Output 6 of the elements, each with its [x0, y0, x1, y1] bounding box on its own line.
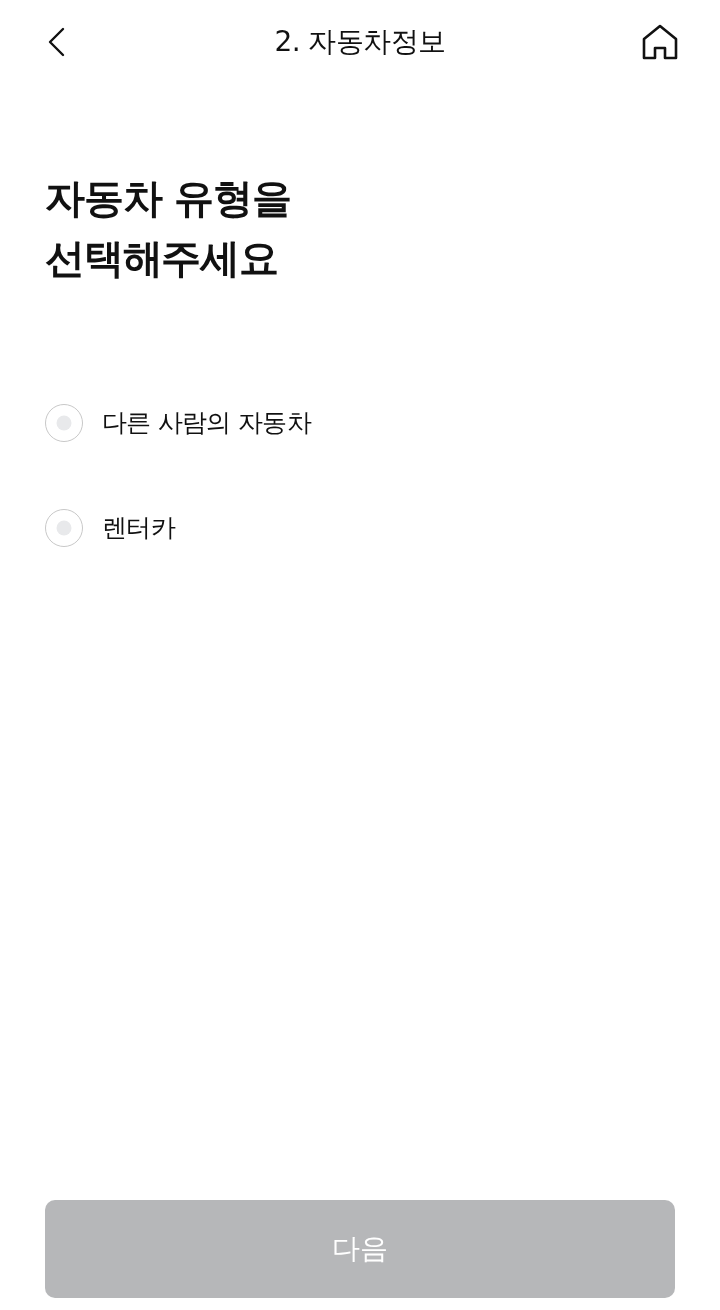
- home-icon: [642, 24, 678, 60]
- radio-option[interactable]: 다른 사람의 자동차: [45, 404, 311, 442]
- home-button[interactable]: [642, 24, 678, 60]
- page-title: 2. 자동차정보: [274, 24, 446, 60]
- page-heading: 자동차 유형을 선택해주세요: [45, 174, 292, 283]
- radio-option[interactable]: 렌터카: [45, 509, 175, 547]
